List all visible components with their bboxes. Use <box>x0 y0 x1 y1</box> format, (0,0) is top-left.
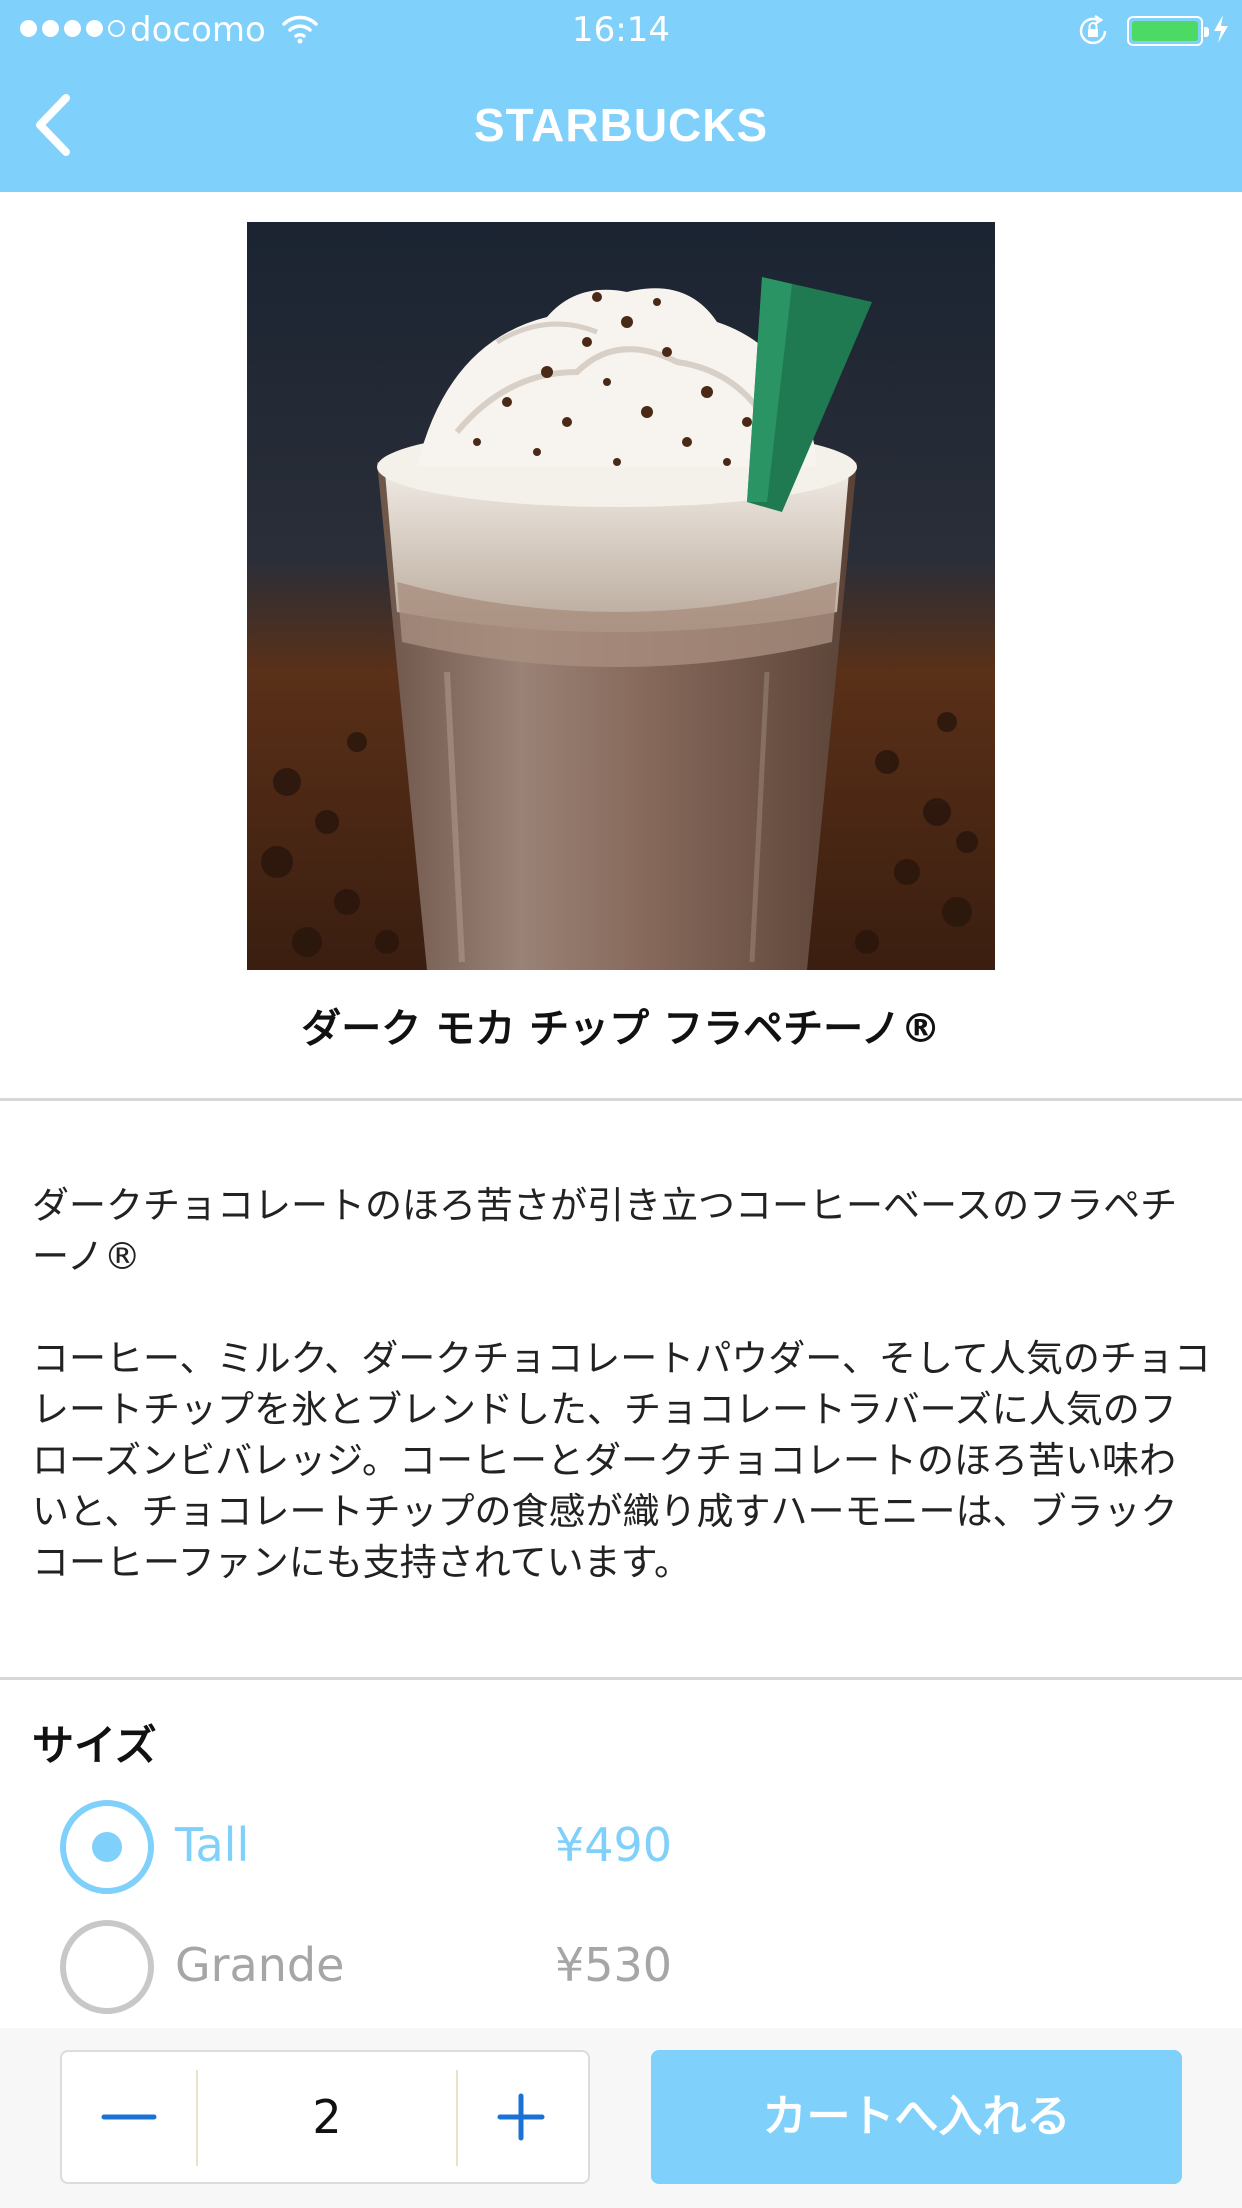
radio-unselected-icon[interactable] <box>60 1920 154 2014</box>
plus-icon <box>497 2093 545 2141</box>
rotation-lock-icon <box>1076 14 1110 52</box>
divider <box>0 1677 1242 1680</box>
description-paragraph: コーヒー、ミルク、ダークチョコレートパウダー、そして人気のチョコレートチップを氷… <box>32 1337 1211 1584</box>
size-price: ¥530 <box>555 1938 673 1992</box>
quantity-value: 2 <box>312 2090 342 2144</box>
add-to-cart-button[interactable]: カートへ入れる <box>651 2050 1182 2184</box>
radio-selected-icon[interactable] <box>60 1800 154 1894</box>
quantity-stepper: 2 <box>60 2050 590 2184</box>
charging-bolt-icon <box>1212 14 1230 48</box>
size-price: ¥490 <box>555 1818 673 1872</box>
app-header: docomo 16:14 STARBUCKS <box>0 0 1242 192</box>
status-bar: docomo 16:14 <box>0 0 1242 60</box>
product-image <box>247 222 995 970</box>
size-name: Tall <box>175 1818 250 1872</box>
page-title: STARBUCKS <box>473 99 769 151</box>
size-option-tall[interactable]: Tall ¥490 <box>60 1800 960 1896</box>
size-option-grande[interactable]: Grande ¥530 <box>60 1920 960 2016</box>
increase-quantity-button[interactable] <box>454 2052 588 2182</box>
status-time: 16:14 <box>572 10 670 50</box>
product-name: ダーク モカ チップ フラペチーノ® <box>301 1006 941 1052</box>
bottom-action-bar: 2 カートへ入れる <box>0 2028 1242 2208</box>
divider <box>0 1098 1242 1101</box>
decrease-quantity-button[interactable] <box>62 2052 196 2182</box>
battery-icon <box>1127 16 1209 46</box>
description-paragraph: ダークチョコレートのほろ苦さが引き立つコーヒーベースのフラペチーノ® <box>32 1184 1178 1278</box>
size-section-label: サイズ <box>32 1721 157 1770</box>
size-name: Grande <box>175 1938 345 1992</box>
product-description: ダークチョコレートのほろ苦さが引き立つコーヒーベースのフラペチーノ® コーヒー、… <box>32 1180 1212 1639</box>
minus-icon <box>101 2114 157 2120</box>
